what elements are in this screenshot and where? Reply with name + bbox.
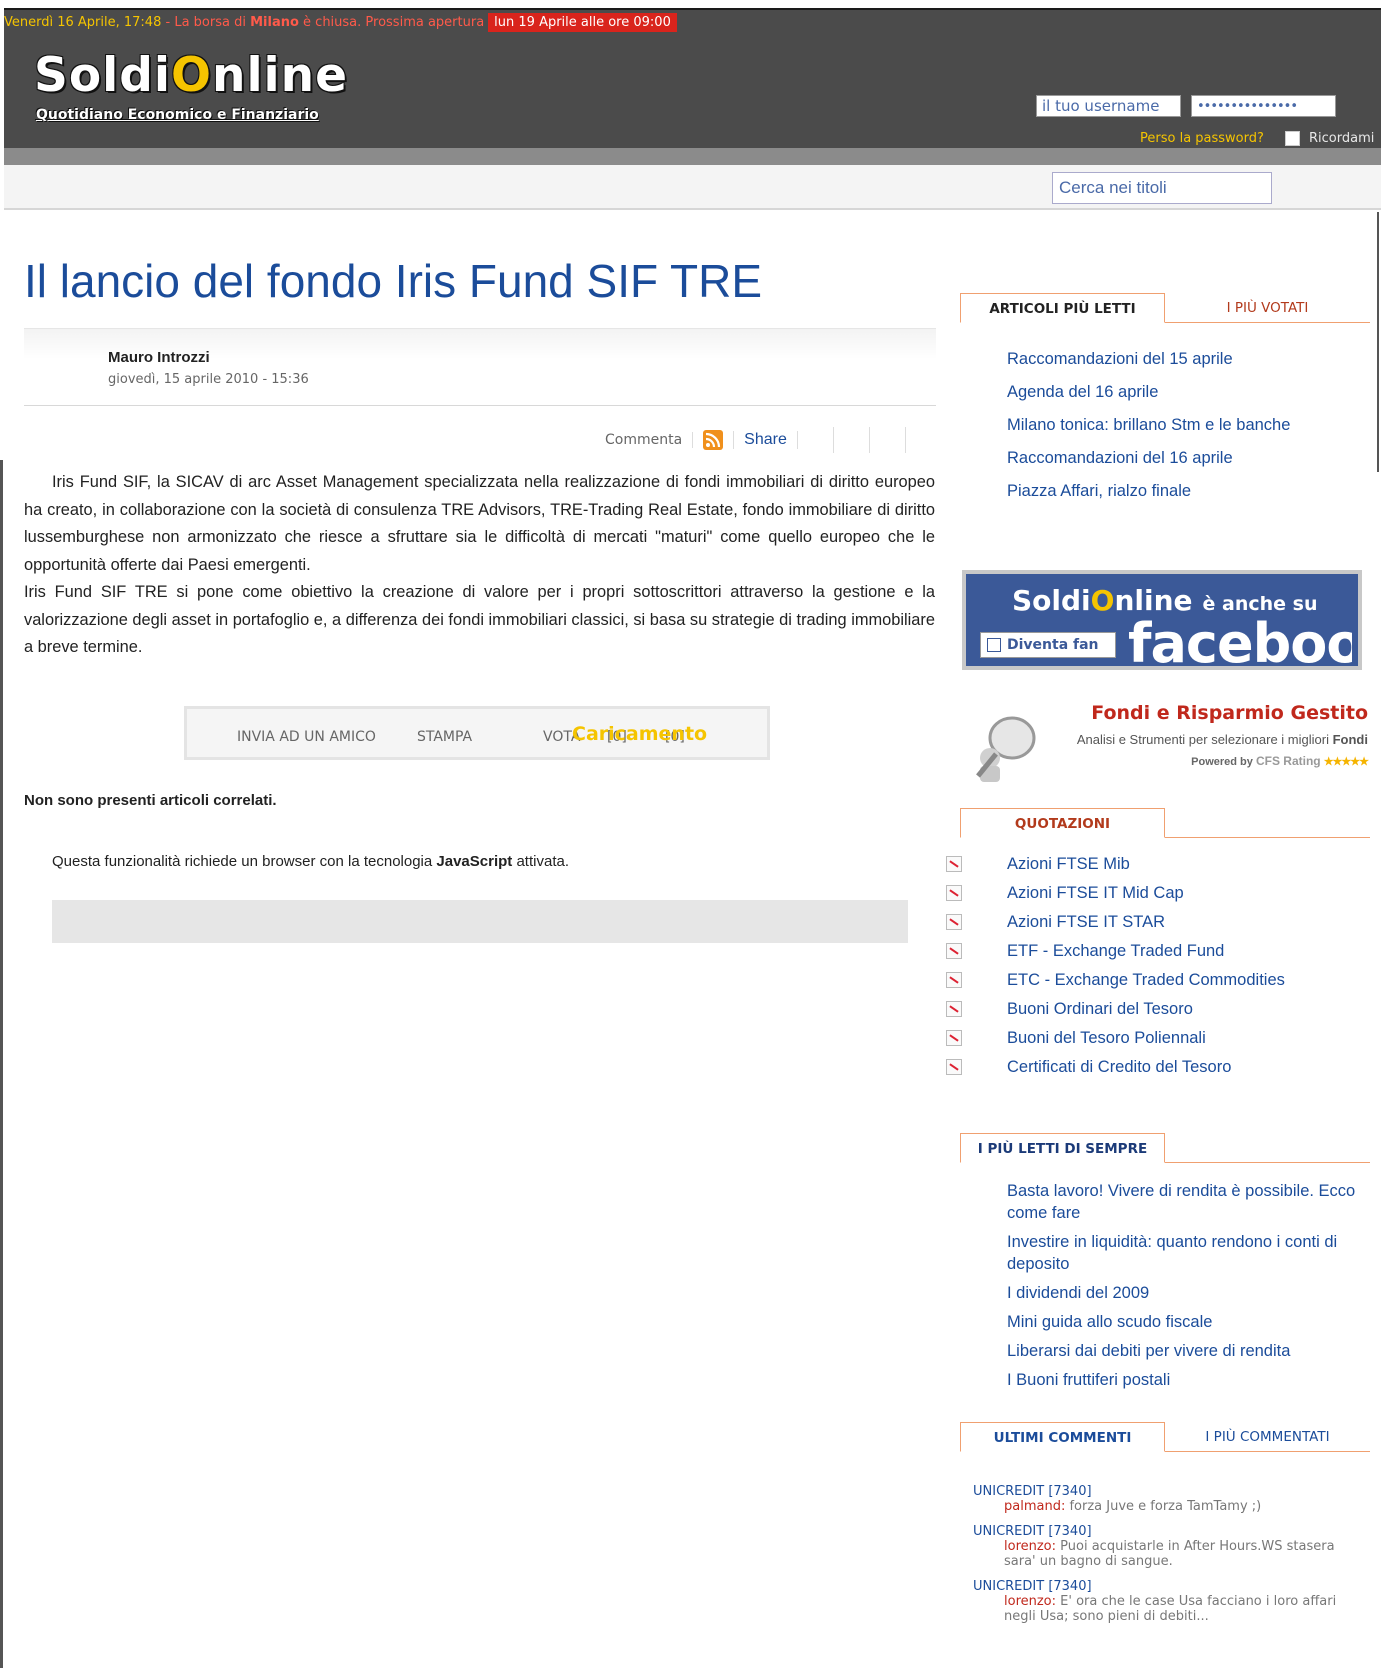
next-open-badge: lun 19 Aprile alle ore 09:00 (488, 13, 677, 32)
fan-icon (987, 638, 1001, 652)
broken-image-icon (946, 856, 962, 872)
list-item[interactable]: I dividendi del 2009 (1007, 1282, 1367, 1304)
quotes-list: Azioni FTSE Mib Azioni FTSE IT Mid Cap A… (1007, 850, 1285, 1082)
facebook-logo: facebook (1128, 612, 1352, 675)
comment-item: UNICREDIT [7340] lorenzo: E' ora che le … (973, 1579, 1368, 1624)
popular-tabs: ARTICOLI PIÙ LETTI I PIÙ VOTATI (960, 293, 1370, 323)
social-slot[interactable] (798, 427, 834, 453)
ticker-city: Milano (250, 15, 299, 30)
funds-banner[interactable]: Fondi e Risparmio Gestito Analisi e Stru… (960, 700, 1370, 790)
publish-date: giovedì, 15 aprile 2010 - 15:36 (108, 372, 309, 387)
list-item[interactable]: Investire in liquidità: quanto rendono i… (1007, 1231, 1367, 1275)
remember-me-label: Ricordami (1309, 131, 1375, 146)
list-item[interactable]: Mini guida allo scudo fiscale (1007, 1311, 1367, 1333)
password-field[interactable] (1191, 95, 1336, 117)
all-time-list: Basta lavoro! Vivere di rendita è possib… (1007, 1180, 1367, 1398)
list-item[interactable]: I Buoni fruttiferi postali (1007, 1369, 1367, 1391)
tab-latest-comments[interactable]: ULTIMI COMMENTI (960, 1422, 1165, 1452)
broken-image-icon (946, 943, 962, 959)
comment-link[interactable]: Commenta (605, 432, 694, 448)
most-read-list: Raccomandazioni del 15 aprile Agenda del… (1007, 343, 1290, 508)
javascript-notice: Questa funzionalità richiede un browser … (52, 853, 569, 870)
article-body: Iris Fund SIF, la SICAV di arc Asset Man… (24, 469, 935, 662)
loading-indicator: Caricamento (572, 723, 708, 745)
comment-topic[interactable]: UNICREDIT [7340] (973, 1579, 1368, 1594)
market-ticker: Venerdì 16 Aprile, 17:48 - La borsa di M… (4, 12, 677, 34)
become-fan-button[interactable]: Diventa fan (980, 632, 1116, 658)
article-action-bar: INVIA AD UN AMICO STAMPA VOTA [0] [0] Ca… (184, 706, 770, 760)
article-title: Il lancio del fondo Iris Fund SIF TRE (24, 255, 763, 307)
list-item[interactable]: Azioni FTSE IT Mid Cap (1007, 879, 1285, 908)
ticker-date: Venerdì 16 Aprile, 17:48 (4, 15, 162, 30)
broken-image-icon (946, 1001, 962, 1017)
list-item[interactable]: Buoni del Tesoro Poliennali (1007, 1024, 1285, 1053)
list-item[interactable]: Azioni FTSE IT STAR (1007, 908, 1285, 937)
list-item[interactable]: Certificati di Credito del Tesoro (1007, 1053, 1285, 1082)
remember-me-checkbox[interactable] (1285, 131, 1300, 146)
article-tools: Commenta Share (605, 427, 906, 453)
list-item[interactable]: Azioni FTSE Mib (1007, 850, 1285, 879)
list-item[interactable]: Piazza Affari, rialzo finale (1007, 475, 1290, 508)
divider (1377, 212, 1379, 472)
broken-image-icon (946, 972, 962, 988)
comments-tabs: ULTIMI COMMENTI I PIÙ COMMENTATI (960, 1422, 1370, 1452)
comment-user[interactable]: lorenzo: (1004, 1594, 1056, 1609)
divider (0, 460, 3, 1668)
list-item[interactable]: Basta lavoro! Vivere di rendita è possib… (1007, 1180, 1367, 1224)
username-field[interactable] (1036, 95, 1181, 117)
comment-topic[interactable]: UNICREDIT [7340] (973, 1484, 1368, 1499)
broken-image-icon (946, 885, 962, 901)
comment-item: UNICREDIT [7340] lorenzo: Puoi acquistar… (973, 1524, 1368, 1569)
tab-all-time-most-read[interactable]: I PIÙ LETTI DI SEMPRE (960, 1133, 1165, 1163)
comment-user[interactable]: palmand: (1004, 1499, 1065, 1514)
tab-quotes[interactable]: QUOTAZIONI (960, 808, 1165, 838)
list-item[interactable]: ETF - Exchange Traded Fund (1007, 937, 1285, 966)
list-item[interactable]: Buoni Ordinari del Tesoro (1007, 995, 1285, 1024)
facebook-banner[interactable]: SoldiOnline è anche su Diventa fan facebo… (962, 570, 1362, 675)
quotes-tabs: QUOTAZIONI (960, 808, 1370, 838)
social-slot[interactable] (834, 427, 870, 453)
site-tagline: Quotidiano Economico e Finanziario (36, 107, 319, 123)
latest-comments: UNICREDIT [7340] palmand: forza Juve e f… (973, 1484, 1368, 1634)
article-paragraph: Iris Fund SIF, la SICAV di arc Asset Man… (24, 473, 935, 574)
tab-most-read[interactable]: ARTICOLI PIÙ LETTI (960, 293, 1165, 323)
list-item[interactable]: Agenda del 16 aprile (1007, 376, 1290, 409)
broken-image-icon (946, 1030, 962, 1046)
magnifier-icon (976, 716, 1036, 782)
site-header: Venerdì 16 Aprile, 17:48 - La borsa di M… (4, 8, 1381, 148)
search-input[interactable] (1052, 172, 1272, 204)
article-byline: Mauro Introzzi giovedì, 15 aprile 2010 -… (24, 328, 936, 406)
list-item[interactable]: Liberarsi dai debiti per vivere di rendi… (1007, 1340, 1367, 1362)
comment-user[interactable]: lorenzo: (1004, 1539, 1056, 1554)
list-item[interactable]: Raccomandazioni del 15 aprile (1007, 343, 1290, 376)
rating-stars-icon: ★★★★★ (1323, 756, 1369, 768)
author-name[interactable]: Mauro Introzzi (108, 349, 210, 366)
tab-most-commented[interactable]: I PIÙ COMMENTATI (1165, 1422, 1370, 1452)
comment-topic[interactable]: UNICREDIT [7340] (973, 1524, 1368, 1539)
article-paragraph: Iris Fund SIF TRE si pone come obiettivo… (24, 583, 935, 656)
list-item[interactable]: Raccomandazioni del 16 aprile (1007, 442, 1290, 475)
broken-image-icon (946, 1059, 962, 1075)
rss-icon[interactable] (703, 430, 724, 450)
print-link[interactable]: STAMPA (417, 729, 472, 745)
tab-most-voted[interactable]: I PIÙ VOTATI (1165, 293, 1370, 323)
list-item[interactable]: ETC - Exchange Traded Commodities (1007, 966, 1285, 995)
comments-placeholder (52, 900, 908, 943)
related-articles-note: Non sono presenti articoli correlati. (24, 792, 277, 809)
broken-image-icon (946, 914, 962, 930)
site-logo[interactable]: SoldiOnline Quotidiano Economico e Finan… (34, 50, 347, 140)
funds-title: Fondi e Risparmio Gestito (1091, 702, 1368, 724)
send-to-friend-link[interactable]: INVIA AD UN AMICO (237, 729, 376, 745)
all-time-tabs: I PIÙ LETTI DI SEMPRE (960, 1133, 1370, 1163)
comment-item: UNICREDIT [7340] palmand: forza Juve e f… (973, 1484, 1368, 1514)
lost-password-link[interactable]: Perso la password? (1140, 131, 1264, 146)
social-slot[interactable] (870, 427, 906, 453)
share-button[interactable]: Share (733, 431, 798, 449)
nav-bar (4, 148, 1381, 165)
list-item[interactable]: Milano tonica: brillano Stm e le banche (1007, 409, 1290, 442)
